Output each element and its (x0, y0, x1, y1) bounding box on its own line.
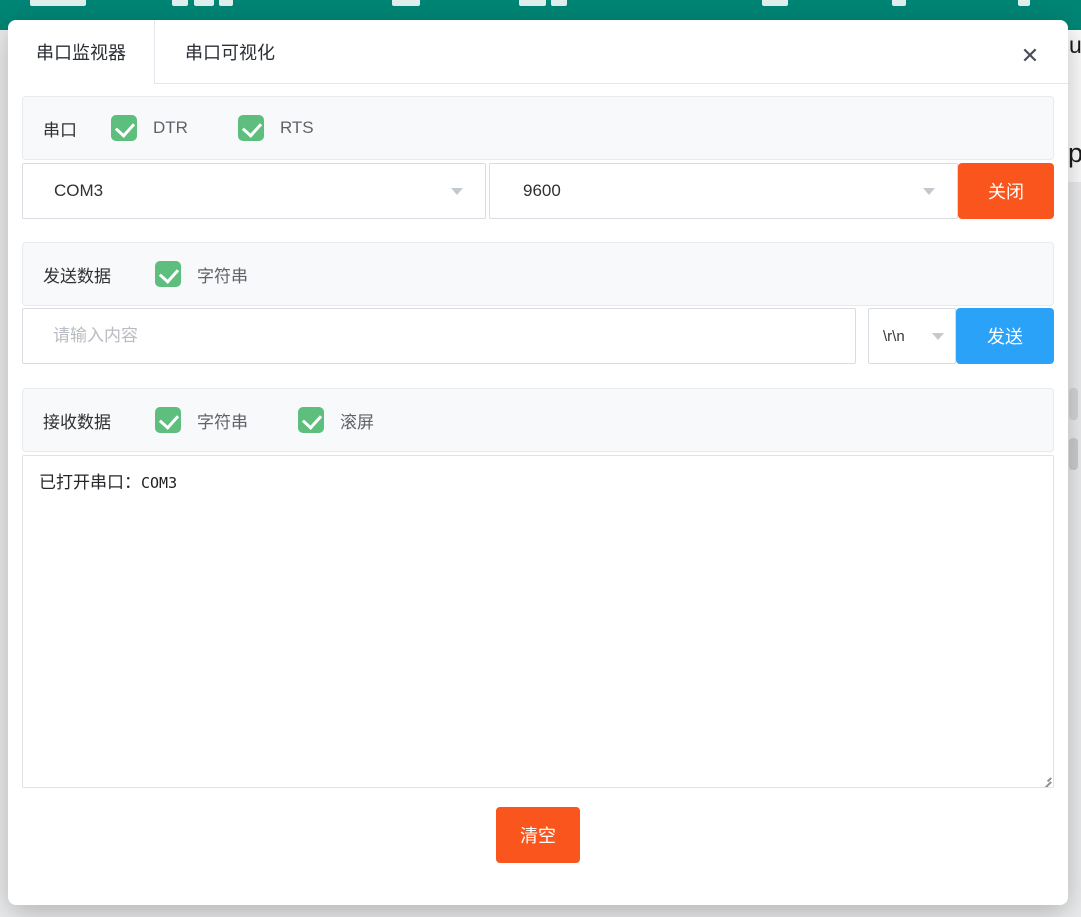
send-input[interactable] (22, 308, 856, 364)
background-clipped-text: p (1068, 138, 1081, 169)
port-select-value: COM3 (54, 181, 103, 201)
dtr-label: DTR (153, 118, 188, 138)
log-prefix: 已打开串口： (39, 473, 141, 492)
serial-port-section-header: 串口 DTR RTS (22, 96, 1054, 160)
serial-port-title: 串口 (43, 116, 77, 141)
serial-port-controls-row: COM3 9600 关闭 (22, 163, 1054, 219)
clear-button[interactable]: 清空 (496, 807, 580, 863)
send-string-label: 字符串 (197, 262, 248, 287)
topbar-clipped-glyphs (0, 0, 1081, 9)
log-line: 已打开串口：COM3 (39, 468, 1037, 493)
send-controls-row: \r\n 发送 (22, 308, 1054, 364)
dialog-footer: 清空 (22, 807, 1054, 863)
send-section-header: 发送数据 字符串 (22, 242, 1054, 306)
tab-serial-plotter[interactable]: 串口可视化 (155, 20, 305, 84)
receive-string-label: 字符串 (197, 408, 248, 433)
log-port-value: COM3 (141, 474, 177, 492)
tab-label: 串口监视器 (36, 39, 126, 65)
chevron-down-icon (932, 333, 944, 340)
send-title: 发送数据 (43, 262, 111, 287)
rts-checkbox[interactable] (238, 115, 264, 141)
background-scrollbar[interactable] (1069, 438, 1078, 470)
tab-label: 串口可视化 (185, 39, 275, 65)
background-clipped-text: u (1069, 32, 1081, 59)
autoscroll-checkbox[interactable] (298, 407, 324, 433)
receive-log-area[interactable]: 已打开串口：COM3 (22, 455, 1054, 788)
receive-section-header: 接收数据 字符串 滚屏 (22, 388, 1054, 452)
resize-grip-icon[interactable] (1038, 772, 1051, 785)
close-icon[interactable]: ✕ (1016, 42, 1044, 70)
background-scrollbar[interactable] (1069, 388, 1078, 420)
baud-select[interactable]: 9600 (489, 163, 958, 219)
send-button[interactable]: 发送 (956, 308, 1054, 364)
close-port-button[interactable]: 关闭 (958, 163, 1054, 219)
serial-monitor-dialog: 串口监视器 串口可视化 ✕ 串口 DTR RTS COM3 9600 关闭 (8, 20, 1068, 905)
baud-select-value: 9600 (523, 181, 561, 201)
port-select[interactable]: COM3 (22, 163, 486, 219)
autoscroll-label: 滚屏 (340, 408, 374, 433)
rts-label: RTS (280, 118, 314, 138)
chevron-down-icon (451, 188, 463, 195)
receive-title: 接收数据 (43, 408, 111, 433)
dtr-checkbox[interactable] (111, 115, 137, 141)
dialog-content: 串口 DTR RTS COM3 9600 关闭 发送数据 字符串 (8, 96, 1068, 863)
chevron-down-icon (923, 188, 935, 195)
line-ending-select[interactable]: \r\n (868, 308, 956, 364)
dialog-tabbar: 串口监视器 串口可视化 ✕ (8, 20, 1068, 84)
send-string-checkbox[interactable] (155, 261, 181, 287)
receive-string-checkbox[interactable] (155, 407, 181, 433)
tab-serial-monitor[interactable]: 串口监视器 (8, 20, 155, 84)
line-ending-value: \r\n (883, 328, 905, 345)
